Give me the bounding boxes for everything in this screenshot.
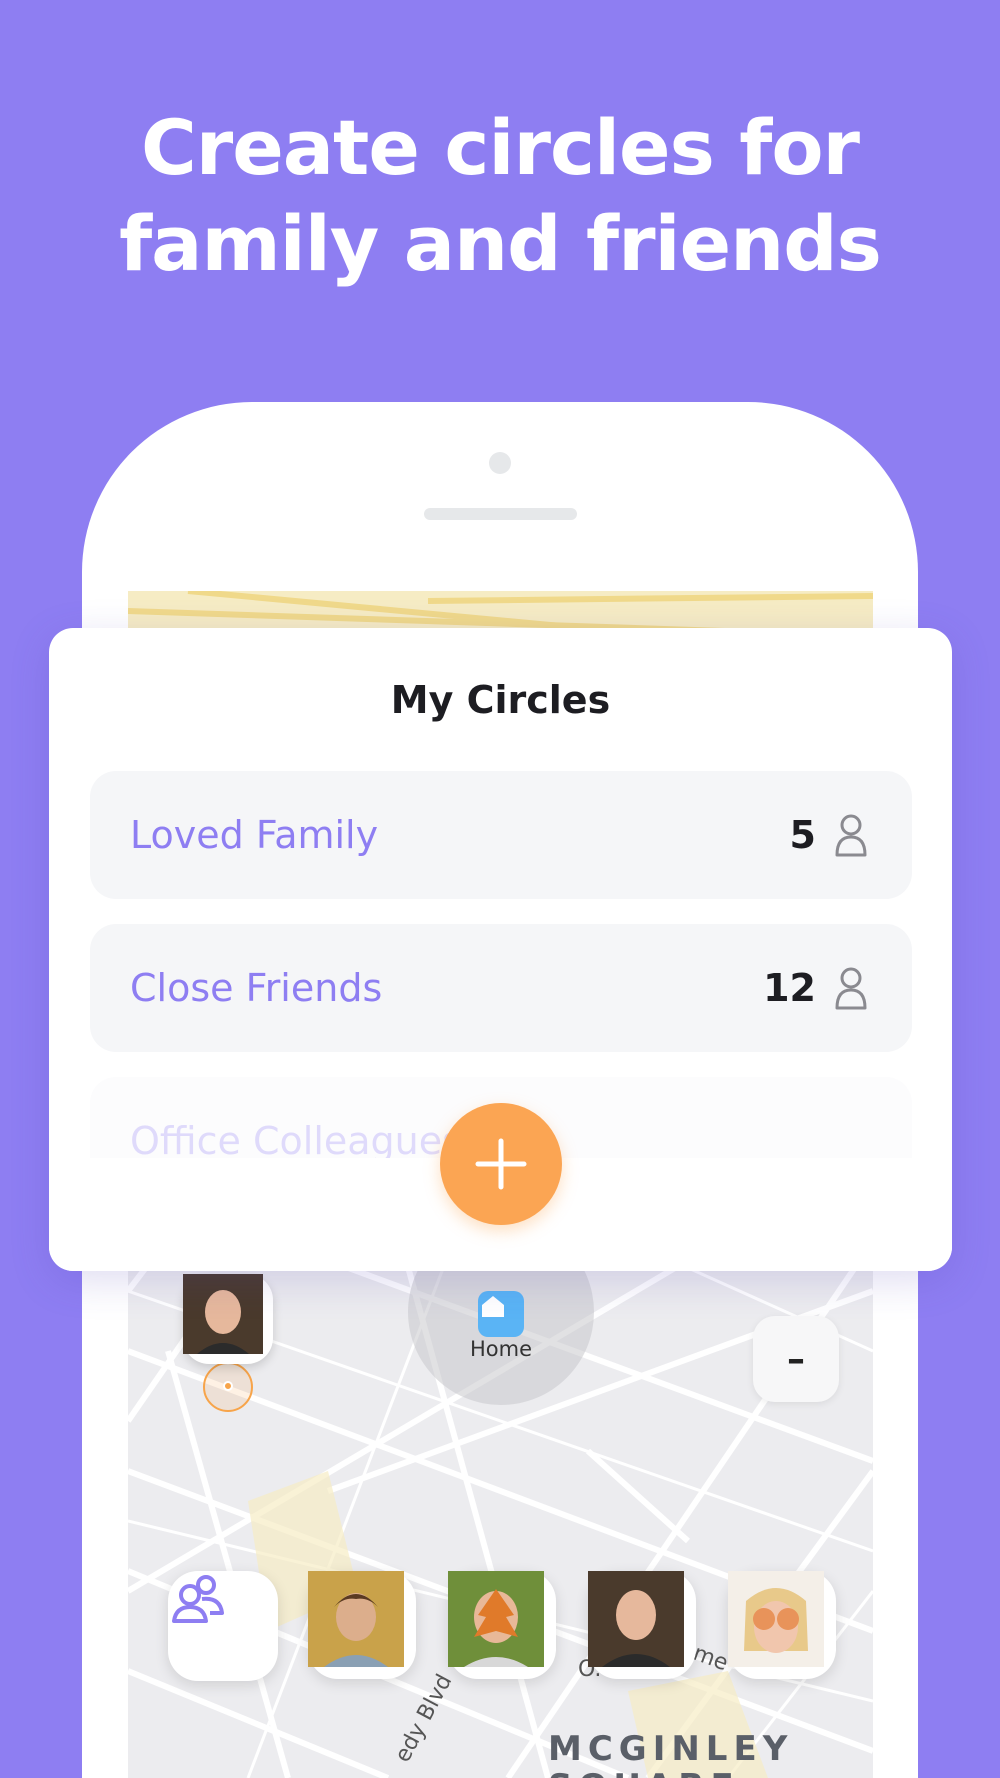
phone-camera bbox=[489, 452, 511, 474]
member-count: 5 bbox=[789, 813, 816, 857]
plus-icon bbox=[475, 1138, 527, 1190]
circle-name: Loved Family bbox=[130, 813, 379, 857]
add-circle-button[interactable] bbox=[440, 1103, 562, 1225]
panel-title: My Circles bbox=[390, 678, 611, 722]
avatar bbox=[728, 1571, 830, 1673]
member-thumb-2[interactable] bbox=[448, 1571, 556, 1679]
home-label: Home bbox=[469, 1337, 532, 1361]
avatar bbox=[308, 1571, 410, 1673]
member-thumb-1[interactable] bbox=[308, 1571, 416, 1679]
circle-item-loved-family[interactable]: Loved Family 5 bbox=[90, 771, 912, 899]
person-icon bbox=[835, 814, 867, 857]
avatar bbox=[183, 1274, 268, 1359]
zoom-out-button[interactable]: – bbox=[753, 1316, 839, 1402]
map-member-marker[interactable] bbox=[183, 1274, 273, 1364]
group-icon bbox=[172, 1575, 224, 1623]
person-icon bbox=[835, 967, 867, 1010]
member-count: 12 bbox=[763, 966, 816, 1010]
headline-line-1: Create circles for bbox=[140, 103, 860, 192]
circle-item-close-friends[interactable]: Close Friends 12 bbox=[90, 924, 912, 1052]
avatar bbox=[588, 1571, 690, 1673]
circles-button[interactable] bbox=[168, 1571, 278, 1681]
map-area-label: MCGINLEY bbox=[548, 1729, 794, 1769]
member-location-dot bbox=[223, 1381, 233, 1391]
member-thumb-3[interactable] bbox=[588, 1571, 696, 1679]
phone-speaker bbox=[424, 508, 577, 520]
my-circles-panel: My Circles Loved Family 5 Close Friends … bbox=[49, 628, 952, 1271]
circle-name: Close Friends bbox=[130, 966, 383, 1010]
home-pin[interactable] bbox=[478, 1291, 524, 1337]
headline-line-2: family and friends bbox=[119, 199, 882, 288]
avatar bbox=[448, 1571, 550, 1673]
home-icon bbox=[482, 1296, 504, 1317]
headline: Create circles for family and friends bbox=[0, 100, 1000, 292]
member-thumb-4[interactable] bbox=[728, 1571, 836, 1679]
map-area-label-2: SQUARE bbox=[548, 1767, 740, 1778]
